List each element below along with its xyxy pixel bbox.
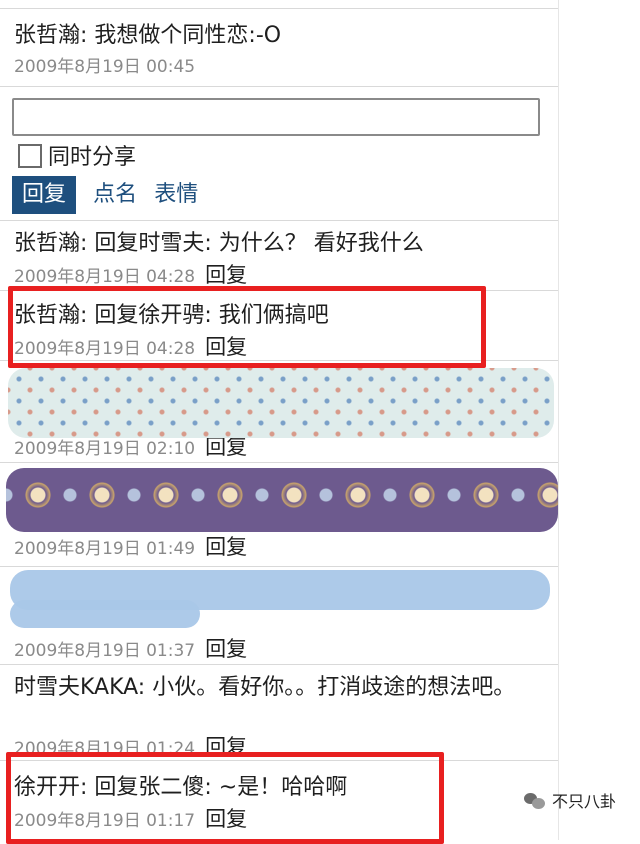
reply-button[interactable]: 回复 [12,176,77,214]
redaction-owl-overlay [6,468,558,532]
comment-reply-link[interactable]: 回复 [205,435,247,459]
watermark-text: 不只八卦 [551,792,616,811]
share-checkbox[interactable] [18,144,42,168]
watermark: 不只八卦 [523,788,616,812]
comment-time: 2009年8月19日 04:28 [14,267,196,287]
comment-reply-link[interactable]: 回复 [205,263,247,287]
highlight-box [8,286,486,368]
comment-reply-link[interactable]: 回复 [205,535,247,559]
share-label: 同时分享 [48,145,137,170]
comment-text: 张哲瀚: 回复时雪夫: 为什么？ 看好我什么 [14,231,424,256]
comment-input[interactable] [12,98,540,136]
comment-reply-link[interactable]: 回复 [205,637,247,661]
highlight-box [6,752,444,844]
redaction-dots-overlay [8,368,554,438]
comment-item: 时雪夫KAKA: 小伙。看好你。。打消歧途的想法吧。 2009年8月19日 01… [0,664,558,761]
post-time: 2009年8月19日 00:45 [14,57,196,77]
post-text: 张哲瀚: 我想做个同性恋:-O [14,23,282,48]
emoji-link[interactable]: 表情 [154,180,198,210]
original-post: 张哲瀚: 我想做个同性恋:-O 2009年8月19日 00:45 [0,8,558,87]
comment-item: 张哲瀚: 回复时雪夫: 为什么？ 看好我什么 2009年8月19日 04:28 回… [0,220,558,291]
comment-time: 2009年8月19日 02:10 [14,439,196,459]
redaction-blue-overlay-tail [10,600,200,628]
compose-actions: 回复 点名 表情 [12,176,198,214]
comment-time: 2009年8月19日 01:49 [14,539,196,559]
share-option[interactable]: 同时分享 [18,144,136,172]
chat-bubbles-icon [523,791,546,809]
comment-text: 时雪夫KAKA: 小伙。看好你。。打消歧途的想法吧。 [14,675,516,700]
mention-link[interactable]: 点名 [93,180,137,210]
comment-time: 2009年8月19日 01:37 [14,641,196,661]
